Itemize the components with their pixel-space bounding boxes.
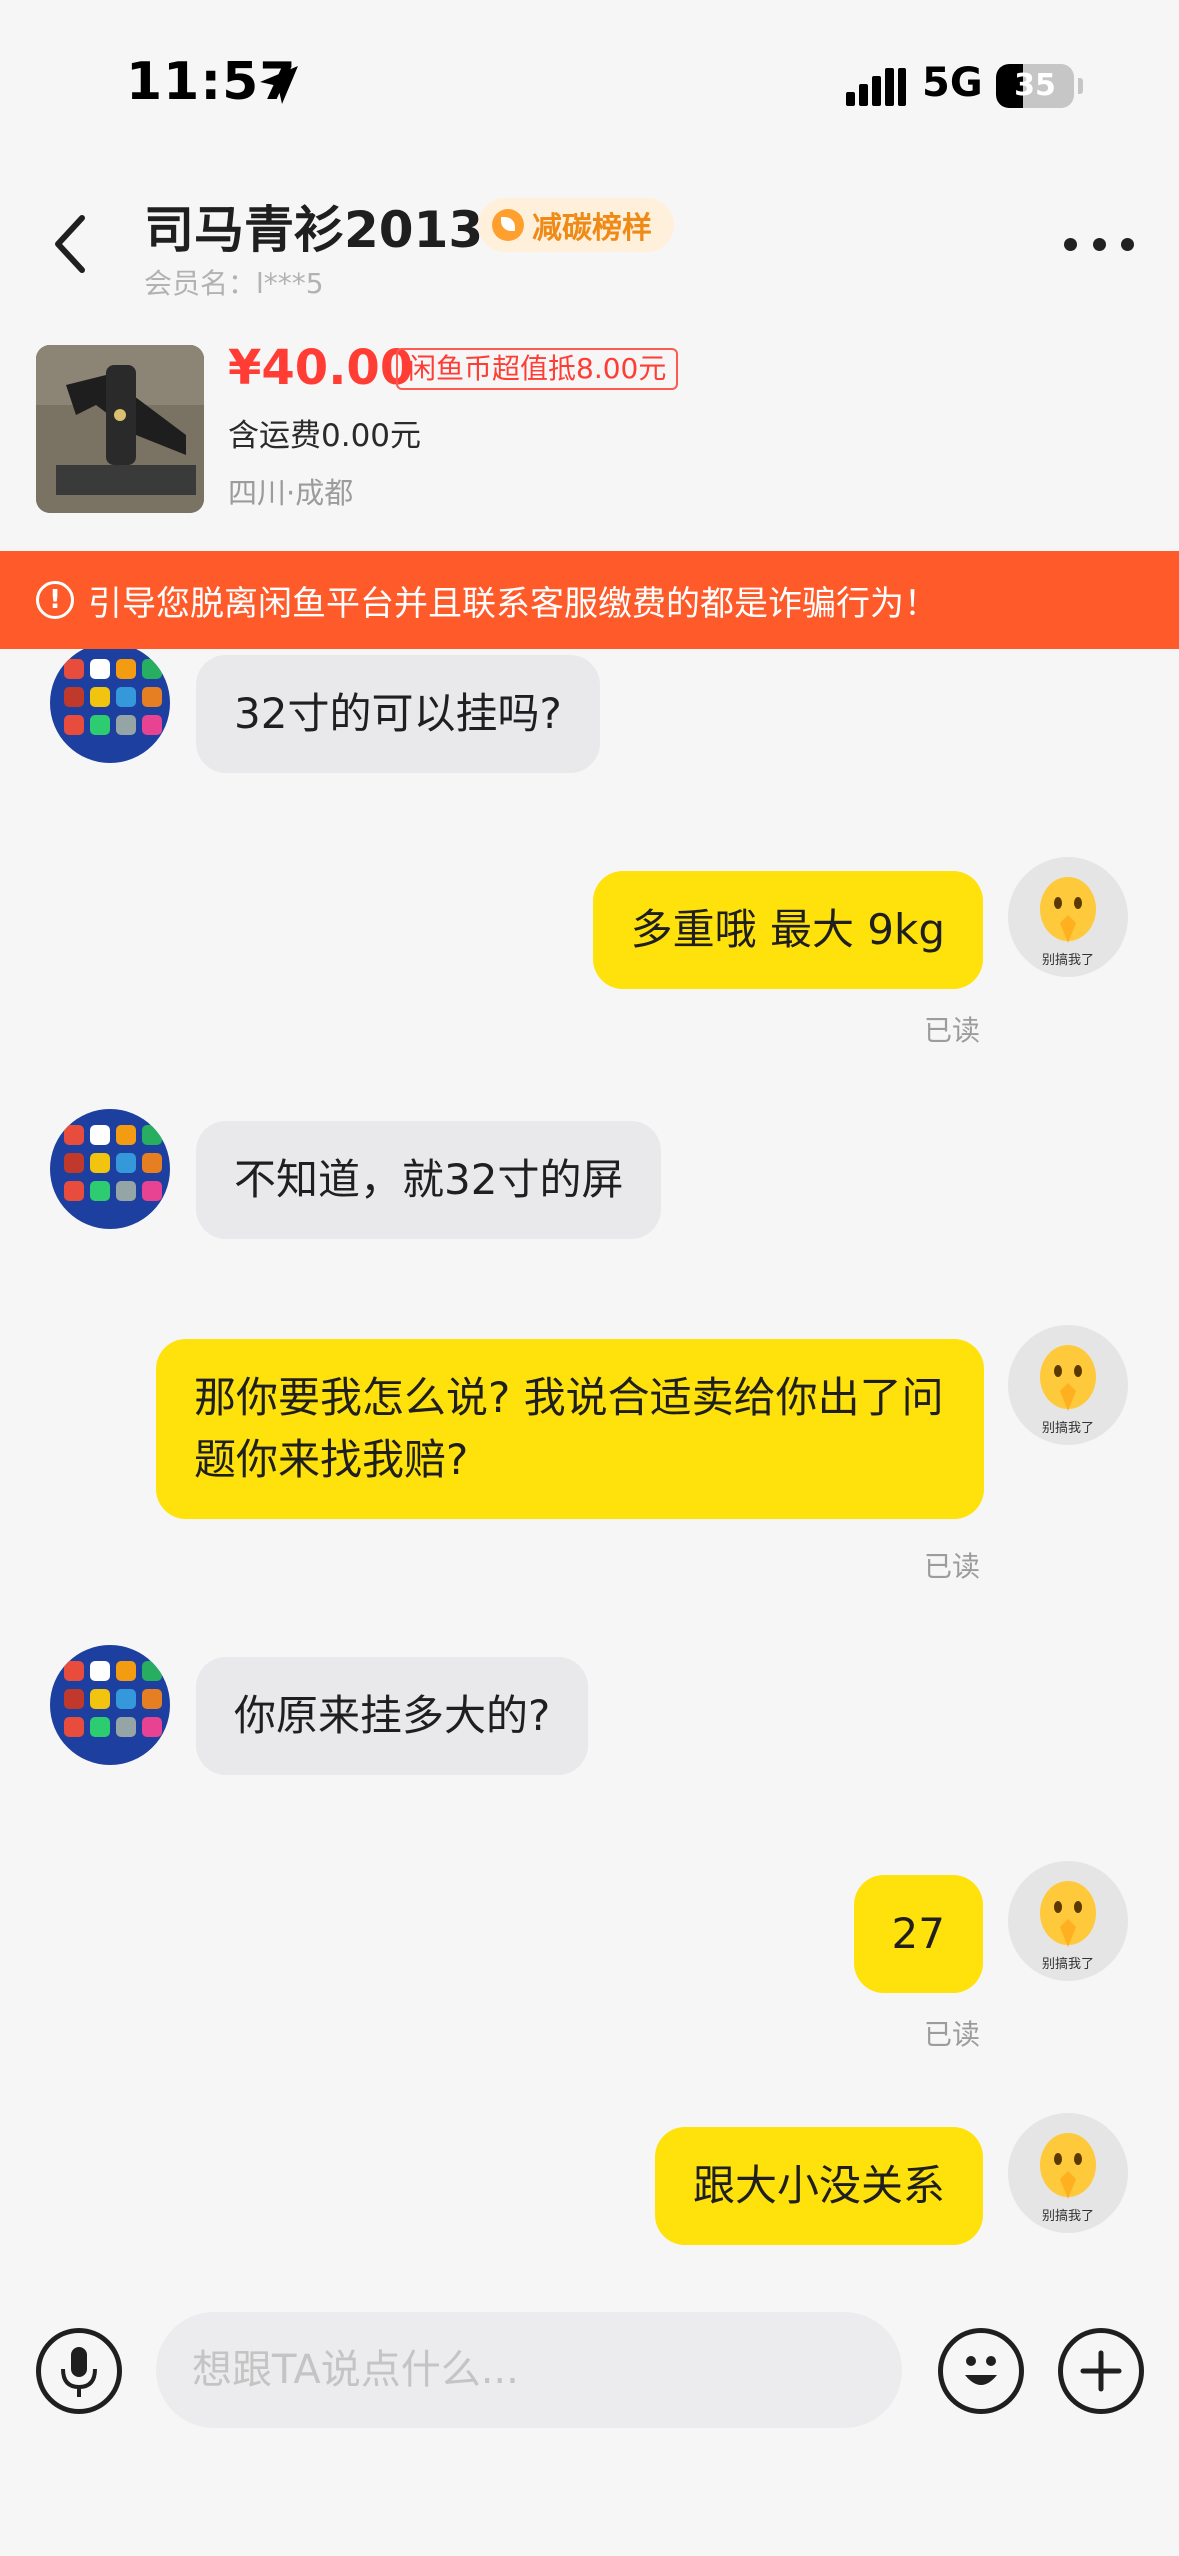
network-type: 5G xyxy=(922,60,983,106)
avatar-caption: 别搞我了 xyxy=(1041,2209,1094,2224)
badge-label: 减碳榜样 xyxy=(532,211,652,246)
carbon-badge[interactable]: 减碳榜样 xyxy=(478,198,674,252)
my-avatar[interactable]: 别搞我了 xyxy=(1008,1325,1128,1445)
read-status: 已读 xyxy=(924,2018,981,2051)
more-dots-icon[interactable] xyxy=(1064,222,1134,266)
buyer-avatar[interactable] xyxy=(50,1645,170,1765)
product-photo xyxy=(36,345,204,513)
location-arrow-icon xyxy=(260,66,298,104)
buyer-avatar[interactable] xyxy=(50,1109,170,1229)
my-avatar[interactable]: 别搞我了 xyxy=(1008,1861,1128,1981)
dot xyxy=(1092,237,1106,251)
message-input[interactable] xyxy=(156,2312,902,2428)
plus-glyph xyxy=(1080,2350,1122,2392)
plus-icon[interactable] xyxy=(1058,2328,1144,2414)
read-status: 已读 xyxy=(924,1014,981,1047)
microphone-icon[interactable] xyxy=(36,2328,122,2414)
chat-messages[interactable]: 32寸的可以挂吗? 别搞我了 多重哦 最大 9kg 已读 不知道，就32寸的屏 … xyxy=(0,649,1179,2289)
chevron-left-icon[interactable] xyxy=(42,206,102,282)
shipping-fee: 含运费0.00元 xyxy=(228,418,422,454)
dot xyxy=(1121,237,1134,251)
smiley-glyph xyxy=(965,2356,997,2385)
avatar-caption: 别搞我了 xyxy=(1041,1421,1094,1436)
status-bar: 11:57 5G 35 xyxy=(0,0,1179,170)
buyer-avatar-image xyxy=(50,649,170,763)
input-bar xyxy=(0,2290,1179,2556)
microphone-glyph xyxy=(61,2347,97,2397)
member-name: 会员名：l***5 xyxy=(144,267,324,300)
leaf-icon xyxy=(492,209,524,241)
product-price: ¥40.00 xyxy=(228,340,414,396)
buyer-avatar-image xyxy=(50,1109,170,1229)
message-bubble[interactable]: 不知道，就32寸的屏 xyxy=(196,1121,662,1239)
message-bubble[interactable]: 那你要我怎么说? 我说合适卖给你出了问题你来找我赔? xyxy=(156,1339,984,1519)
battery-cap xyxy=(1078,78,1083,94)
message-bubble[interactable]: 你原来挂多大的? xyxy=(196,1657,589,1775)
my-avatar[interactable]: 别搞我了 xyxy=(1008,2113,1128,2233)
seller-name[interactable]: 司马青衫2013 xyxy=(144,190,483,262)
dot xyxy=(1064,237,1077,251)
warning-icon: ! xyxy=(36,581,74,619)
signal-bars-icon xyxy=(846,68,906,106)
warning-text: 引导您脱离闲鱼平台并且联系客服缴费的都是诈骗行为！ xyxy=(88,583,938,624)
product-image[interactable] xyxy=(36,345,204,513)
avatar-caption: 别搞我了 xyxy=(1041,1957,1094,1972)
product-location: 四川·成都 xyxy=(228,476,354,510)
message-bubble[interactable]: 32寸的可以挂吗? xyxy=(196,655,600,773)
battery-icon: 35 xyxy=(996,64,1074,108)
message-bubble[interactable]: 跟大小没关系 xyxy=(654,2127,983,2245)
read-status: 已读 xyxy=(924,1550,981,1583)
smiley-face-icon[interactable] xyxy=(938,2328,1024,2414)
battery-percent: 35 xyxy=(1014,68,1056,103)
my-avatar[interactable]: 别搞我了 xyxy=(1008,857,1128,977)
coin-offer-tag[interactable]: 闲鱼币超值抵8.00元 xyxy=(396,348,679,390)
message-bubble[interactable]: 多重哦 最大 9kg xyxy=(592,871,983,989)
avatar-caption: 别搞我了 xyxy=(1041,953,1094,968)
buyer-avatar-image xyxy=(50,1645,170,1765)
message-bubble[interactable]: 27 xyxy=(853,1875,983,1993)
fraud-warning-banner: ! 引导您脱离闲鱼平台并且联系客服缴费的都是诈骗行为！ xyxy=(0,551,1179,649)
buyer-avatar[interactable] xyxy=(50,649,170,763)
